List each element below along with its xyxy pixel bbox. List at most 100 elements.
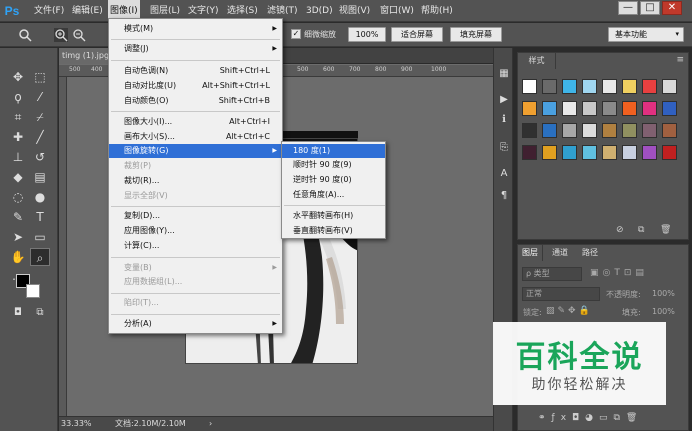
quick-mask-icon[interactable]: ◘ bbox=[8, 304, 28, 322]
rectangle-tool-icon[interactable]: ▭ bbox=[30, 228, 50, 246]
brush-tool-icon[interactable]: ╱ bbox=[30, 128, 50, 146]
styles-tab[interactable]: 样式 bbox=[518, 53, 556, 69]
style-swatch[interactable] bbox=[602, 123, 617, 138]
style-swatch[interactable] bbox=[602, 145, 617, 160]
lasso-tool-icon[interactable]: ϙ bbox=[8, 88, 28, 106]
menu-file[interactable]: 文件(F) bbox=[34, 0, 64, 22]
status-arrow-icon[interactable]: › bbox=[209, 417, 212, 431]
style-swatch[interactable] bbox=[662, 79, 677, 94]
menu-item-auto-contrast[interactable]: 自动对比度(U) Alt+Shift+Ctrl+L bbox=[109, 79, 282, 93]
screen-mode-icon[interactable]: ⧉ bbox=[30, 304, 50, 322]
menu-item-apply-data-set[interactable]: 应用数据组(L)... bbox=[109, 275, 282, 289]
move-tool-icon[interactable]: ✥ bbox=[8, 68, 28, 86]
style-swatch[interactable] bbox=[582, 123, 597, 138]
style-swatch[interactable] bbox=[622, 101, 637, 116]
menu-item-image-size[interactable]: 图像大小(I)... Alt+Ctrl+I bbox=[109, 115, 282, 129]
style-swatch[interactable] bbox=[542, 79, 557, 94]
menu-item-apply-image[interactable]: 应用图像(Y)... bbox=[109, 224, 282, 238]
style-swatch[interactable] bbox=[662, 145, 677, 160]
style-swatch[interactable] bbox=[542, 101, 557, 116]
submenu-item-flip-vertical[interactable]: 垂直翻转画布(V) bbox=[282, 224, 385, 238]
clone-stamp-icon[interactable]: ⊥ bbox=[8, 148, 28, 166]
style-swatch[interactable] bbox=[642, 123, 657, 138]
layer-actions-icons[interactable]: ⚭ƒx◘◕▭⧉🗑 bbox=[538, 413, 643, 423]
fill-value[interactable]: 100% bbox=[652, 307, 675, 316]
style-swatch[interactable] bbox=[642, 145, 657, 160]
submenu-item-rotate-90-cw[interactable]: 顺时针 90 度(9) bbox=[282, 158, 385, 172]
magic-wand-icon[interactable]: ⁄ bbox=[30, 88, 50, 106]
actions-play-icon[interactable]: ▶ bbox=[496, 92, 512, 108]
tab-paths[interactable]: 路径 bbox=[578, 245, 602, 261]
menu-item-duplicate[interactable]: 复制(D)... bbox=[109, 209, 282, 223]
eraser-icon[interactable]: ◆ bbox=[8, 168, 28, 186]
dodge-tool-icon[interactable]: ● bbox=[30, 188, 50, 206]
zoom-100-button[interactable]: 100% bbox=[348, 27, 386, 42]
zoom-status[interactable]: 33.33% bbox=[61, 417, 92, 431]
background-color-swatch[interactable] bbox=[26, 284, 40, 298]
path-select-icon[interactable]: ➤ bbox=[8, 228, 28, 246]
fill-screen-button[interactable]: 填充屏幕 bbox=[450, 27, 502, 42]
submenu-item-arbitrary[interactable]: 任意角度(A)... bbox=[282, 188, 385, 202]
fit-screen-button[interactable]: 适合屏幕 bbox=[391, 27, 443, 42]
tab-channels[interactable]: 通道 bbox=[548, 245, 572, 261]
menu-edit[interactable]: 编辑(E) bbox=[72, 0, 103, 22]
menu-item-auto-color[interactable]: 自动颜色(O) Shift+Ctrl+B bbox=[109, 94, 282, 108]
lock-icons[interactable]: ▨✎✥🔒 bbox=[546, 306, 593, 316]
style-swatch[interactable] bbox=[522, 79, 537, 94]
style-swatch[interactable] bbox=[582, 145, 597, 160]
paragraph-panel-icon[interactable]: ¶ bbox=[496, 188, 512, 204]
menu-item-auto-tone[interactable]: 自动色调(N) Shift+Ctrl+L bbox=[109, 64, 282, 78]
minimize-button[interactable]: — bbox=[618, 1, 638, 15]
style-swatch[interactable] bbox=[582, 79, 597, 94]
submenu-item-rotate-180[interactable]: 180 度(1) bbox=[282, 144, 385, 158]
close-button[interactable]: ✕ bbox=[662, 1, 682, 15]
style-swatch[interactable] bbox=[642, 101, 657, 116]
style-swatch[interactable] bbox=[562, 79, 577, 94]
history-brush-icon[interactable]: ↺ bbox=[30, 148, 50, 166]
layer-filter-icons[interactable]: ▣◎T⊡▤ bbox=[590, 268, 648, 278]
pen-tool-icon[interactable]: ✎ bbox=[8, 208, 28, 226]
menu-item-image-rotation[interactable]: 图像旋转(G) ▶ bbox=[109, 144, 282, 158]
style-swatch[interactable] bbox=[622, 123, 637, 138]
hand-tool-icon[interactable]: ✋ bbox=[8, 248, 28, 266]
trash-icon[interactable]: 🗑 bbox=[660, 225, 671, 235]
eyedropper-icon[interactable]: ⌿ bbox=[30, 108, 50, 126]
style-swatch[interactable] bbox=[562, 101, 577, 116]
menu-window[interactable]: 窗口(W) bbox=[380, 0, 414, 22]
crop-tool-icon[interactable]: ⌗ bbox=[8, 108, 28, 126]
history-panel-icon[interactable]: ▦ bbox=[496, 66, 512, 82]
style-swatch[interactable] bbox=[602, 101, 617, 116]
style-swatch[interactable] bbox=[522, 145, 537, 160]
zoom-tool-active-icon[interactable]: ⌕ bbox=[30, 248, 50, 266]
submenu-item-flip-horizontal[interactable]: 水平翻转画布(H) bbox=[282, 209, 385, 223]
menu-item-trim[interactable]: 裁切(R)... bbox=[109, 174, 282, 188]
menu-item-calculations[interactable]: 计算(C)... bbox=[109, 239, 282, 253]
style-swatch[interactable] bbox=[542, 123, 557, 138]
menu-item-variables[interactable]: 变量(B) ▶ bbox=[109, 261, 282, 275]
blur-tool-icon[interactable]: ◌ bbox=[8, 188, 28, 206]
style-swatch[interactable] bbox=[542, 145, 557, 160]
character-panel-icon[interactable]: A bbox=[496, 166, 512, 182]
zoom-in-icon[interactable] bbox=[54, 28, 68, 42]
menu-item-mode[interactable]: 模式(M) ▶ bbox=[109, 22, 282, 36]
healing-brush-icon[interactable]: ✚ bbox=[8, 128, 28, 146]
gradient-tool-icon[interactable]: ▤ bbox=[30, 168, 50, 186]
opacity-value[interactable]: 100% bbox=[652, 289, 675, 298]
menu-item-trap[interactable]: 陷印(T)... bbox=[109, 296, 282, 310]
submenu-item-rotate-90-ccw[interactable]: 逆时针 90 度(0) bbox=[282, 173, 385, 187]
tab-layers[interactable]: 图层 bbox=[518, 245, 543, 261]
style-swatch[interactable] bbox=[662, 123, 677, 138]
style-swatch[interactable] bbox=[622, 145, 637, 160]
menu-item-crop[interactable]: 裁剪(P) bbox=[109, 159, 282, 173]
zoom-tool-icon[interactable] bbox=[18, 28, 32, 42]
style-swatch[interactable] bbox=[602, 79, 617, 94]
panel-menu-icon[interactable]: ≡ bbox=[676, 55, 684, 65]
menu-item-analysis[interactable]: 分析(A) ▶ bbox=[109, 317, 282, 331]
workspace-select[interactable]: 基本功能 ▾ bbox=[608, 27, 684, 42]
style-swatch[interactable] bbox=[522, 123, 537, 138]
style-swatch[interactable] bbox=[562, 145, 577, 160]
style-swatch[interactable] bbox=[562, 123, 577, 138]
blend-mode-select[interactable]: 正常 bbox=[522, 287, 600, 301]
clone-source-icon[interactable]: ⎘ bbox=[496, 140, 512, 156]
info-panel-icon[interactable]: ℹ bbox=[496, 112, 512, 128]
